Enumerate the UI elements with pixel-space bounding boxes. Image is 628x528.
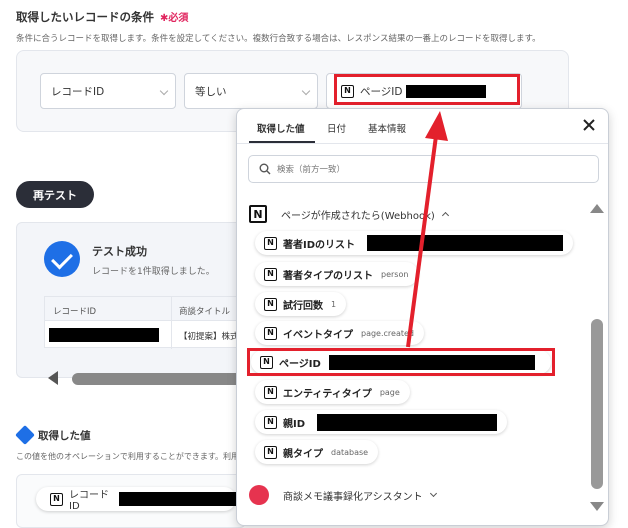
highlight-box-value-input xyxy=(334,74,520,105)
result-table: レコードID 商談タイトル 【初提案】株式 xyxy=(44,296,253,349)
search-input[interactable]: 検索（前方一致） xyxy=(248,155,599,183)
column-header-record-id: レコードID xyxy=(53,307,97,317)
column-divider xyxy=(171,297,172,349)
value-item-parent-type[interactable]: N 親タイプ database xyxy=(255,440,379,464)
chevron-down-icon xyxy=(159,86,169,96)
acquired-value-record-id[interactable]: N レコードID xyxy=(36,487,236,512)
retest-button[interactable]: 再テスト xyxy=(16,181,94,208)
value-picker-popup: 取得した値 日付 基本情報 検索（前方一致） N ページが作成されたら(Webh… xyxy=(236,108,609,526)
notion-icon: N xyxy=(264,385,277,399)
conditions-description: 条件に合うレコードを取得します。条件を設定してください。複数行合致する場合は、レ… xyxy=(16,34,541,44)
redacted-value xyxy=(118,492,236,506)
column-header-deal-title: 商談タイトル xyxy=(179,307,231,317)
assistant-icon xyxy=(249,485,269,505)
test-result-title: テスト成功 xyxy=(92,245,147,258)
scroll-down-icon[interactable] xyxy=(590,502,604,511)
value-item-event-type[interactable]: N イベントタイプ page.created xyxy=(255,321,424,345)
tab-acquired-values[interactable]: 取得した値 xyxy=(257,121,305,135)
scroll-left-icon[interactable] xyxy=(48,371,58,385)
table-cell-deal-title: 【初提案】株式 xyxy=(179,332,239,342)
tab-basic-info[interactable]: 基本情報 xyxy=(368,121,406,135)
notion-icon: N xyxy=(249,205,267,223)
notion-icon: N xyxy=(50,492,63,506)
horizontal-scrollbar[interactable] xyxy=(72,373,252,385)
acquired-values-description: この値を他のオペレーションで利用することができます。利用 xyxy=(16,452,240,461)
highlight-box-page-id xyxy=(247,348,555,376)
group-header-assistant[interactable]: 商談メモ議事録化アシスタント xyxy=(249,485,437,505)
redacted-value xyxy=(367,235,563,251)
chevron-down-icon xyxy=(301,86,311,96)
tab-date[interactable]: 日付 xyxy=(327,121,346,135)
value-item-parent-id[interactable]: N 親ID xyxy=(255,410,507,434)
test-result-message: レコードを1件取得しました。 xyxy=(92,267,215,277)
acquired-values-title: 取得した値 xyxy=(38,430,91,442)
tab-divider xyxy=(237,143,608,144)
vertical-scrollbar[interactable] xyxy=(591,319,603,489)
redacted-value xyxy=(317,413,497,431)
conditions-title: 取得したいレコードの条件 ✱必須 xyxy=(16,10,189,24)
notion-icon: N xyxy=(264,267,277,281)
check-circle-icon xyxy=(44,241,80,277)
group-header-webhook[interactable]: N ページが作成されたら(Webhook) xyxy=(249,205,449,223)
value-item-author-ids[interactable]: N 著者IDのリスト xyxy=(255,231,573,255)
close-icon[interactable] xyxy=(581,117,597,133)
notion-icon: N xyxy=(264,236,277,250)
notion-icon: N xyxy=(264,445,277,459)
redacted-cell xyxy=(49,328,159,342)
value-item-author-types[interactable]: N 著者タイプのリスト person xyxy=(255,262,419,286)
notion-icon: N xyxy=(264,415,277,429)
chevron-down-icon xyxy=(429,489,437,498)
acquired-values-icon xyxy=(15,425,35,445)
notion-icon: N xyxy=(264,326,277,340)
value-item-attempt-count[interactable]: N 試行回数 1 xyxy=(255,292,347,316)
notion-icon: N xyxy=(264,297,277,311)
scroll-up-icon[interactable] xyxy=(590,204,604,213)
field-select[interactable]: レコードID xyxy=(40,73,176,109)
chevron-up-icon xyxy=(441,211,449,220)
operator-select[interactable]: 等しい xyxy=(184,73,318,109)
search-icon xyxy=(259,163,271,175)
value-item-entity-type[interactable]: N エンティティタイプ page xyxy=(255,380,410,404)
required-badge: ✱必須 xyxy=(160,13,189,24)
